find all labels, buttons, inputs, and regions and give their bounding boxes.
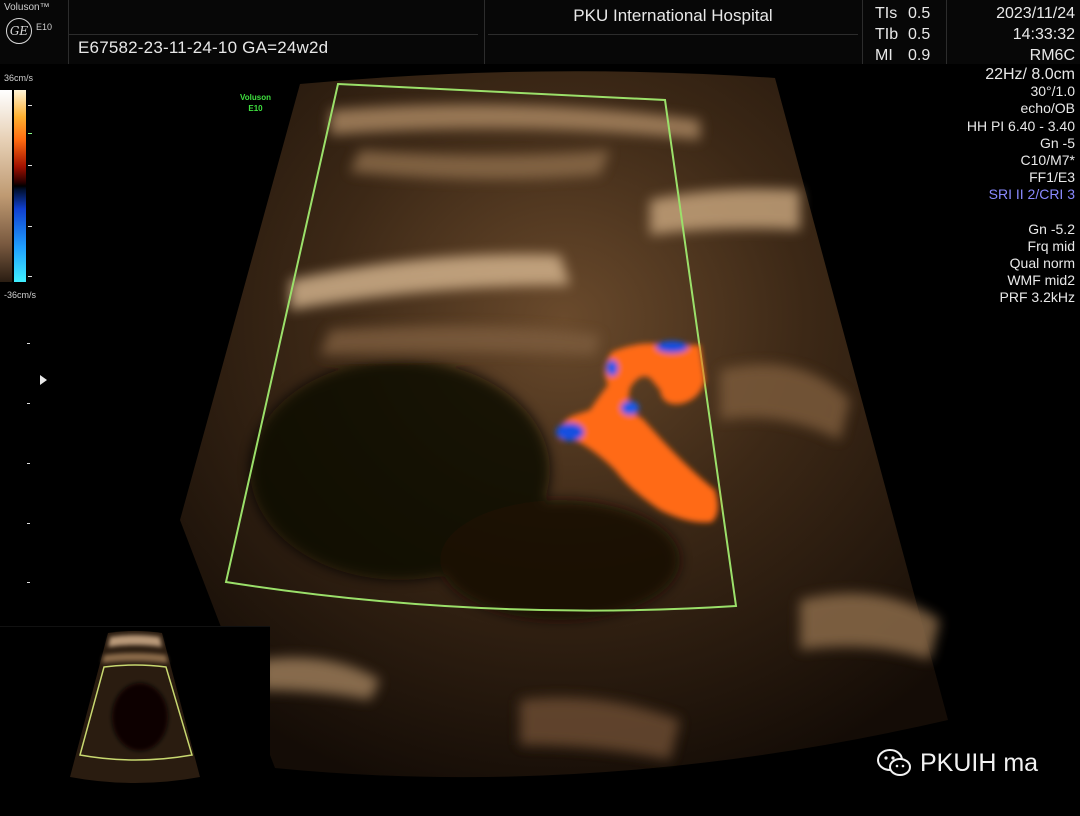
param-color-gain: Gn -5.2 — [1028, 220, 1075, 237]
exam-date: 2023/11/24 — [996, 5, 1075, 22]
watermark: PKUIH ma — [876, 748, 1038, 778]
reference-thumbnail[interactable] — [0, 626, 270, 811]
ti-bone-label: TIb — [875, 26, 899, 43]
param-sri: SRI II 2/CRI 3 — [988, 186, 1075, 203]
scale-tick — [28, 226, 32, 227]
param-preset: echo/OB — [1020, 100, 1075, 117]
scale-tick — [28, 276, 32, 277]
velocity-scale-top: 36cm/s — [4, 73, 34, 83]
ge-logo-icon: GE — [6, 18, 32, 44]
wechat-icon — [877, 749, 911, 776]
safety-index-values: 0.5 0.5 0.9 — [908, 3, 930, 66]
param-map: C10/M7* — [1020, 152, 1075, 169]
patient-id: E67582-23-11-24-10 GA=24w2d — [78, 38, 329, 57]
scale-tick — [28, 165, 32, 166]
model-name: E10 — [36, 22, 53, 32]
date-time-block: 2023/11/24 14:33:32 RM6C — [996, 3, 1075, 66]
grayscale-bar — [0, 90, 12, 282]
param-frame-depth: 22Hz/ 8.0cm — [985, 66, 1075, 83]
watermark-text: PKUIH ma — [920, 748, 1039, 777]
mi-label: MI — [875, 47, 893, 64]
baseline-tick — [28, 133, 32, 134]
roi-label-brand: Voluson — [240, 93, 271, 102]
ti-soft-value: 0.5 — [908, 5, 931, 22]
param-angle: 30°/1.0 — [1030, 83, 1075, 100]
thumbnail-sector — [70, 631, 200, 783]
ti-soft-label: TIs — [875, 5, 898, 22]
focus-marker-icon[interactable] — [40, 375, 47, 385]
imaging-parameters: 22Hz/ 8.0cm 30°/1.0 echo/OB HH PI 6.40 -… — [967, 66, 1075, 307]
exam-time: 14:33:32 — [1012, 26, 1075, 43]
param-filter: FF1/E3 — [1029, 169, 1075, 186]
param-harmonic: HH PI 6.40 - 3.40 — [966, 117, 1075, 134]
param-wall-filter: WMF mid2 — [1007, 272, 1075, 289]
mi-value: 0.9 — [908, 47, 931, 64]
color-velocity-bar — [14, 90, 26, 282]
ti-bone-value: 0.5 — [908, 26, 931, 43]
param-frequency: Frq mid — [1027, 237, 1075, 254]
hospital-name: PKU International Hospital — [573, 6, 773, 25]
param-gain: Gn -5 — [1039, 134, 1075, 151]
roi-label: Voluson E10 — [240, 92, 271, 114]
probe-name: RM6C — [1029, 47, 1075, 64]
safety-index-labels: TIs TIb MI — [875, 3, 898, 66]
velocity-scale-bottom: -36cm/s — [4, 290, 37, 300]
roi-label-model: E10 — [248, 104, 263, 113]
scale-tick — [28, 105, 32, 106]
brand-name: Voluson™ — [4, 2, 50, 13]
param-quality: Qual norm — [1009, 255, 1075, 272]
param-prf: PRF 3.2kHz — [999, 289, 1075, 306]
